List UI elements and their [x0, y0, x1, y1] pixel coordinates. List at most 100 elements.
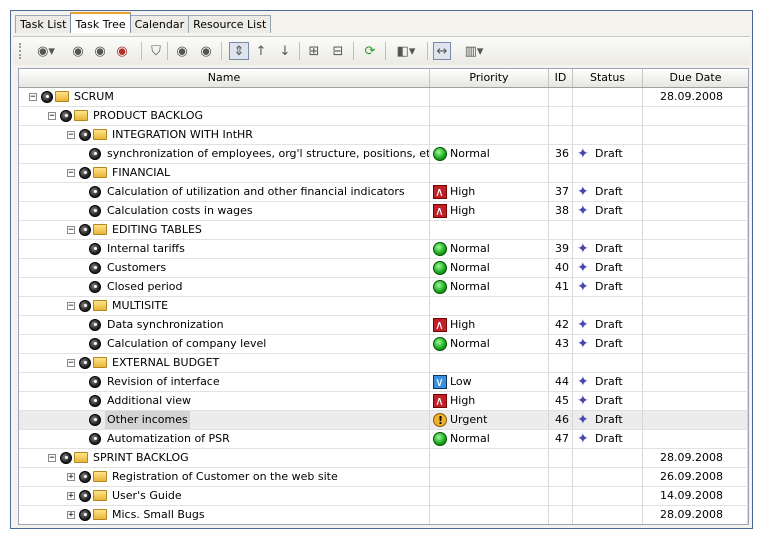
priority-cell[interactable]: Normal	[430, 278, 549, 296]
status-cell[interactable]: ✦ Draft	[573, 259, 643, 277]
status-cell[interactable]: ✦ Draft	[573, 373, 643, 391]
add-subtask-button[interactable]: ◉	[69, 42, 87, 60]
task-name[interactable]: Calculation of utilization and other fin…	[105, 183, 407, 201]
task-name[interactable]: Other incomes	[105, 411, 190, 429]
tree-group-row[interactable]: − INTEGRATION WITH IntHR	[19, 126, 748, 145]
tree-group-row[interactable]: − EXTERNAL BUDGET	[19, 354, 748, 373]
task-name[interactable]: EXTERNAL BUDGET	[110, 354, 221, 372]
status-cell[interactable]: ✦ Draft	[573, 316, 643, 334]
priority-cell[interactable]: High	[430, 183, 549, 201]
due-date-cell[interactable]	[643, 145, 748, 163]
status-cell[interactable]	[573, 221, 643, 239]
due-date-cell[interactable]	[643, 107, 748, 125]
due-date-cell[interactable]	[643, 316, 748, 334]
task-name[interactable]: FINANCIAL	[110, 164, 172, 182]
due-date-cell[interactable]	[643, 126, 748, 144]
task-row[interactable]: Automatization of PSR Normal 47 ✦ Draft	[19, 430, 748, 449]
priority-cell[interactable]: Normal	[430, 259, 549, 277]
toolbar-grip[interactable]	[19, 43, 23, 59]
task-row[interactable]: Revision of interface Low 44✦ Draft	[19, 373, 748, 392]
due-date-cell[interactable]	[643, 221, 748, 239]
column-header-due-date[interactable]: Due Date	[643, 69, 748, 87]
priority-cell[interactable]	[430, 354, 549, 372]
task-name[interactable]: EDITING TABLES	[110, 221, 204, 239]
priority-cell[interactable]: Urgent	[430, 411, 549, 429]
fit-columns-button[interactable]: ↔	[433, 42, 451, 60]
task-row[interactable]: Data synchronization High 42✦ Draft	[19, 316, 748, 335]
task-name[interactable]: PRODUCT BACKLOG	[91, 107, 205, 125]
task-row[interactable]: synchronization of employees, org'l stru…	[19, 145, 748, 164]
tree-group-row[interactable]: + User's Guide 14.09.2008	[19, 487, 748, 506]
priority-cell[interactable]: Normal	[430, 240, 549, 258]
due-date-cell[interactable]	[643, 240, 748, 258]
tab-task-tree[interactable]: Task Tree	[70, 12, 131, 33]
due-date-cell[interactable]	[643, 297, 748, 315]
due-date-cell[interactable]	[643, 411, 748, 429]
priority-cell[interactable]: Normal	[430, 430, 549, 448]
filter-button[interactable]: ⛉	[147, 42, 165, 60]
priority-cell[interactable]	[430, 88, 549, 106]
priority-cell[interactable]: High	[430, 202, 549, 220]
due-date-cell[interactable]	[643, 183, 748, 201]
task-name[interactable]: Data synchronization	[105, 316, 226, 334]
due-date-cell[interactable]	[643, 335, 748, 353]
due-date-cell[interactable]	[643, 392, 748, 410]
status-cell[interactable]: ✦ Draft	[573, 430, 643, 448]
due-date-cell[interactable]	[643, 354, 748, 372]
status-cell[interactable]: ✦ Draft	[573, 335, 643, 353]
task-name[interactable]: SPRINT BACKLOG	[91, 449, 191, 467]
due-date-cell[interactable]: 28.09.2008	[643, 88, 748, 106]
task-name[interactable]: Calculation of company level	[105, 335, 268, 353]
priority-cell[interactable]: High	[430, 392, 549, 410]
task-name[interactable]: Customers	[105, 259, 168, 277]
view-options-button[interactable]: ◧▾	[391, 42, 421, 60]
priority-cell[interactable]: Normal	[430, 335, 549, 353]
task-row[interactable]: Customers Normal 40 ✦ Draft	[19, 259, 748, 278]
task-name[interactable]: MULTISITE	[110, 297, 170, 315]
status-cell[interactable]	[573, 126, 643, 144]
task-row[interactable]: Additional view High 45✦ Draft	[19, 392, 748, 411]
task-name[interactable]: Revision of interface	[105, 373, 222, 391]
tab-task-list[interactable]: Task List	[15, 15, 72, 33]
task-row[interactable]: Calculation of company level Normal 43 ✦ Dra…	[19, 335, 748, 354]
status-cell[interactable]: ✦ Draft	[573, 392, 643, 410]
due-date-cell[interactable]: 28.09.2008	[643, 506, 748, 524]
task-name[interactable]: Mics. Small Bugs	[110, 506, 207, 524]
collapse-icon[interactable]: −	[67, 226, 75, 235]
status-cell[interactable]	[573, 468, 643, 486]
task-row[interactable]: Closed period Normal 41 ✦ Draft	[19, 278, 748, 297]
task-row[interactable]: Other incomes Urgent 46✦ Draft	[19, 411, 748, 430]
collapse-icon[interactable]: −	[67, 169, 75, 178]
delete-task-button[interactable]: ◉	[113, 42, 131, 60]
task-row[interactable]: Internal tariffs Normal 39 ✦ Draft	[19, 240, 748, 259]
status-cell[interactable]: ✦ Draft	[573, 240, 643, 258]
status-cell[interactable]	[573, 88, 643, 106]
task-name[interactable]: Closed period	[105, 278, 185, 296]
priority-cell[interactable]	[430, 449, 549, 467]
status-cell[interactable]	[573, 506, 643, 524]
task-name[interactable]: synchronization of employees, org'l stru…	[105, 145, 429, 163]
status-cell[interactable]	[573, 164, 643, 182]
move-updown-button[interactable]: ⇕	[229, 42, 249, 60]
collapse-icon[interactable]: −	[29, 93, 37, 102]
task-row[interactable]: Calculation costs in wages High 38✦ Draft	[19, 202, 748, 221]
status-cell[interactable]	[573, 487, 643, 505]
outdent-button[interactable]: ◉	[197, 42, 215, 60]
due-date-cell[interactable]	[643, 373, 748, 391]
status-cell[interactable]	[573, 449, 643, 467]
task-name[interactable]: SCRUM	[72, 88, 116, 106]
column-header-status[interactable]: Status	[573, 69, 643, 87]
due-date-cell[interactable]: 14.09.2008	[643, 487, 748, 505]
move-up-button[interactable]: ↑	[253, 42, 269, 60]
add-task-button[interactable]: ◉▾	[31, 42, 61, 60]
priority-cell[interactable]: Low	[430, 373, 549, 391]
tree-group-row[interactable]: + Registration of Customer on the web sit…	[19, 468, 748, 487]
priority-cell[interactable]	[430, 297, 549, 315]
due-date-cell[interactable]	[643, 259, 748, 277]
status-cell[interactable]	[573, 354, 643, 372]
status-cell[interactable]	[573, 107, 643, 125]
priority-cell[interactable]	[430, 506, 549, 524]
task-name[interactable]: Registration of Customer on the web site	[110, 468, 340, 486]
status-cell[interactable]: ✦ Draft	[573, 278, 643, 296]
due-date-cell[interactable]	[643, 164, 748, 182]
